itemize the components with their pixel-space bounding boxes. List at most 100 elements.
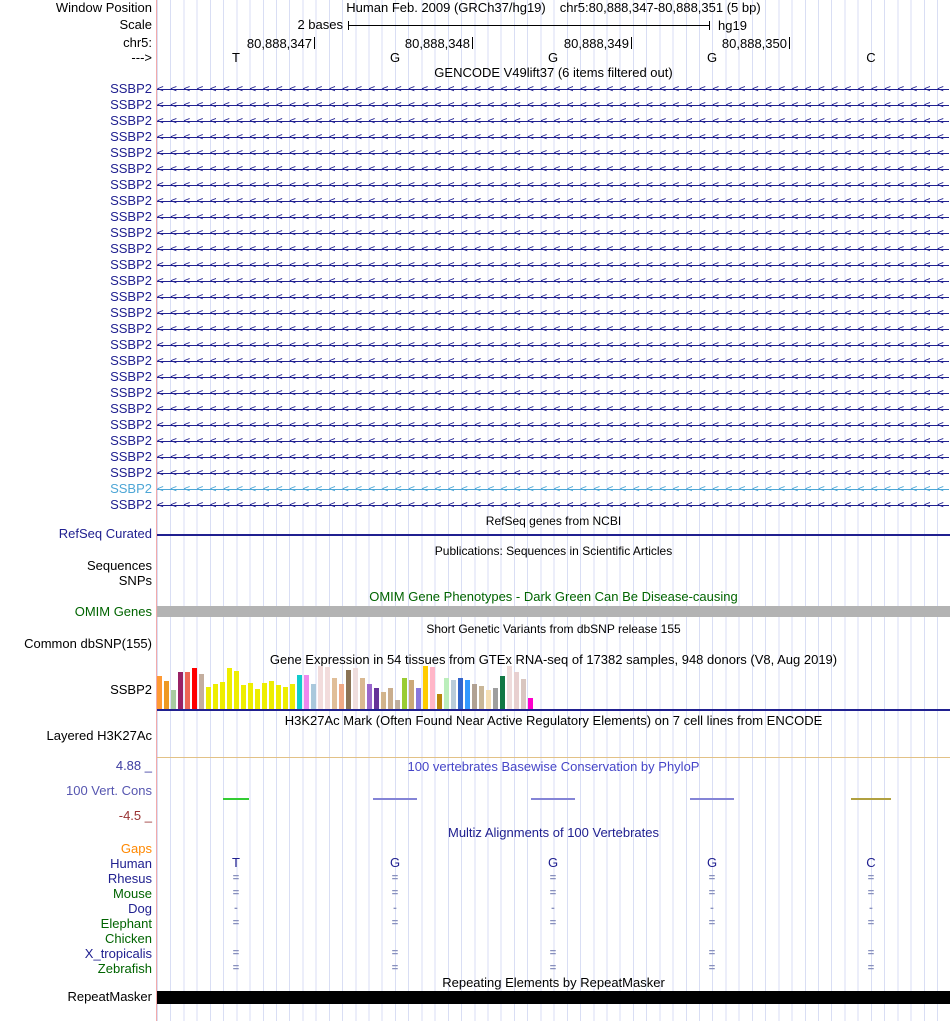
track-label-gtex-gene[interactable]: SSBP2	[0, 683, 152, 697]
gencode-gene-row[interactable]: SSBP2 <<<<<<<<<<<<<<<<<<<<<<<<<<<<<<<<<<<…	[0, 209, 950, 225]
gene-label: SSBP2	[110, 305, 152, 320]
gencode-gene-row[interactable]: SSBP2 <<<<<<<<<<<<<<<<<<<<<<<<<<<<<<<<<<<…	[0, 145, 950, 161]
gene-direction-arrows: <<<<<<<<<<<<<<<<<<<<<<<<<<<<<<<<<<<<<<<<…	[157, 466, 950, 479]
multiz-species-row[interactable]: Zebrafish = = = = =	[0, 961, 950, 976]
gene-label: SSBP2	[110, 481, 152, 496]
gencode-gene-row[interactable]: SSBP2 <<<<<<<<<<<<<<<<<<<<<<<<<<<<<<<<<<<…	[0, 257, 950, 273]
reference-base: T	[232, 50, 240, 65]
dbsnp-track-title: Short Genetic Variants from dbSNP releas…	[426, 622, 681, 636]
gencode-gene-row[interactable]: SSBP2 <<<<<<<<<<<<<<<<<<<<<<<<<<<<<<<<<<<…	[0, 225, 950, 241]
gencode-gene-row[interactable]: SSBP2 <<<<<<<<<<<<<<<<<<<<<<<<<<<<<<<<<<<…	[0, 129, 950, 145]
gene-direction-arrows: <<<<<<<<<<<<<<<<<<<<<<<<<<<<<<<<<<<<<<<<…	[157, 178, 950, 191]
gene-direction-arrows: <<<<<<<<<<<<<<<<<<<<<<<<<<<<<<<<<<<<<<<<…	[157, 226, 950, 239]
gencode-gene-row[interactable]: SSBP2 <<<<<<<<<<<<<<<<<<<<<<<<<<<<<<<<<<<…	[0, 369, 950, 385]
gencode-gene-row[interactable]: SSBP2 <<<<<<<<<<<<<<<<<<<<<<<<<<<<<<<<<<<…	[0, 497, 950, 513]
gene-direction-arrows: <<<<<<<<<<<<<<<<<<<<<<<<<<<<<<<<<<<<<<<<…	[157, 482, 950, 495]
window-position-label: Window Position	[55, 0, 152, 15]
conservation-track-title: 100 vertebrates Basewise Conservation by…	[407, 759, 700, 774]
gene-direction-arrows: <<<<<<<<<<<<<<<<<<<<<<<<<<<<<<<<<<<<<<<<…	[157, 258, 950, 271]
ruler-tick-mark	[472, 37, 473, 49]
species-label: Rhesus	[107, 871, 152, 886]
gtex-tissue-bar	[346, 670, 351, 709]
gtex-tissue-bar	[367, 684, 372, 709]
alignment-mark: =	[549, 887, 557, 899]
gencode-gene-row[interactable]: SSBP2 <<<<<<<<<<<<<<<<<<<<<<<<<<<<<<<<<<<…	[0, 161, 950, 177]
gencode-gene-row[interactable]: SSBP2 <<<<<<<<<<<<<<<<<<<<<<<<<<<<<<<<<<<…	[0, 289, 950, 305]
gene-direction-arrows: <<<<<<<<<<<<<<<<<<<<<<<<<<<<<<<<<<<<<<<<…	[157, 114, 950, 127]
gencode-gene-row[interactable]: SSBP2 <<<<<<<<<<<<<<<<<<<<<<<<<<<<<<<<<<<…	[0, 81, 950, 97]
gtex-tissue-bar	[262, 683, 267, 709]
gene-direction-arrows: <<<<<<<<<<<<<<<<<<<<<<<<<<<<<<<<<<<<<<<<…	[157, 130, 950, 143]
alignment-mark: =	[391, 887, 399, 899]
gencode-gene-row[interactable]: SSBP2 <<<<<<<<<<<<<<<<<<<<<<<<<<<<<<<<<<<…	[0, 353, 950, 369]
gencode-gene-row[interactable]: SSBP2 <<<<<<<<<<<<<<<<<<<<<<<<<<<<<<<<<<<…	[0, 385, 950, 401]
track-label-repeatmasker[interactable]: RepeatMasker	[0, 990, 152, 1004]
gtex-tissue-bar	[304, 675, 309, 709]
chrom-label: chr5:	[123, 35, 152, 50]
gencode-gene-row[interactable]: SSBP2 <<<<<<<<<<<<<<<<<<<<<<<<<<<<<<<<<<<…	[0, 433, 950, 449]
track-label-refseq-curated[interactable]: RefSeq Curated	[0, 527, 152, 541]
species-label: Chicken	[105, 931, 152, 946]
gtex-tissue-bar	[192, 668, 197, 709]
gene-label: SSBP2	[110, 209, 152, 224]
gencode-gene-row[interactable]: SSBP2 <<<<<<<<<<<<<<<<<<<<<<<<<<<<<<<<<<<…	[0, 401, 950, 417]
gtex-tissue-bar	[423, 666, 428, 709]
gene-direction-arrows: <<<<<<<<<<<<<<<<<<<<<<<<<<<<<<<<<<<<<<<<…	[157, 386, 950, 399]
gene-direction-arrows: <<<<<<<<<<<<<<<<<<<<<<<<<<<<<<<<<<<<<<<<…	[157, 418, 950, 431]
ruler-tick-mark	[789, 37, 790, 49]
gtex-tissue-bar	[395, 700, 400, 709]
gtex-tissue-bar	[381, 692, 386, 709]
multiz-species-row[interactable]: Human T G G G C	[0, 855, 950, 872]
gene-label: SSBP2	[110, 449, 152, 464]
gene-label: SSBP2	[110, 81, 152, 96]
alignment-mark: =	[391, 962, 399, 974]
track-label-layered-h3k27ac[interactable]: Layered H3K27Ac	[0, 729, 152, 743]
multiz-species-row[interactable]: X_tropicalis = = = = =	[0, 946, 950, 961]
ruler-number: 80,888,347	[246, 36, 312, 51]
aligned-base: G	[389, 855, 401, 870]
gencode-gene-row[interactable]: SSBP2 <<<<<<<<<<<<<<<<<<<<<<<<<<<<<<<<<<<…	[0, 337, 950, 353]
gene-label: SSBP2	[110, 497, 152, 512]
gencode-gene-row[interactable]: SSBP2 <<<<<<<<<<<<<<<<<<<<<<<<<<<<<<<<<<<…	[0, 97, 950, 113]
reference-base: G	[389, 50, 401, 65]
strand-label: --->	[131, 50, 152, 65]
multiz-species-row[interactable]: Dog - - - - -	[0, 901, 950, 916]
gene-label: SSBP2	[110, 337, 152, 352]
gencode-gene-row[interactable]: SSBP2 <<<<<<<<<<<<<<<<<<<<<<<<<<<<<<<<<<<…	[0, 273, 950, 289]
gencode-gene-row[interactable]: SSBP2 <<<<<<<<<<<<<<<<<<<<<<<<<<<<<<<<<<<…	[0, 241, 950, 257]
gencode-gene-row[interactable]: SSBP2 <<<<<<<<<<<<<<<<<<<<<<<<<<<<<<<<<<<…	[0, 113, 950, 129]
gencode-gene-row[interactable]: SSBP2 <<<<<<<<<<<<<<<<<<<<<<<<<<<<<<<<<<<…	[0, 417, 950, 433]
multiz-species-row[interactable]: Gaps	[0, 841, 950, 856]
multiz-species-row[interactable]: Mouse = = = = =	[0, 886, 950, 901]
gencode-gene-row[interactable]: SSBP2 <<<<<<<<<<<<<<<<<<<<<<<<<<<<<<<<<<<…	[0, 465, 950, 481]
omim-gene-bar[interactable]	[157, 606, 950, 617]
species-label: Gaps	[120, 841, 152, 856]
multiz-species-row[interactable]: Chicken	[0, 931, 950, 946]
refseq-curated-gene-bar[interactable]	[157, 534, 950, 536]
track-label-omim-genes[interactable]: OMIM Genes	[0, 605, 152, 619]
gtex-tissue-bar	[241, 685, 246, 709]
track-label-snps[interactable]: SNPs	[0, 574, 152, 588]
scale-genome: hg19	[718, 18, 747, 33]
alignment-mark: -	[710, 902, 714, 914]
gencode-gene-row[interactable]: SSBP2 <<<<<<<<<<<<<<<<<<<<<<<<<<<<<<<<<<<…	[0, 193, 950, 209]
repeatmasker-track-title: Repeating Elements by RepeatMasker	[442, 975, 665, 990]
track-label-sequences[interactable]: Sequences	[0, 559, 152, 573]
track-label-common-dbsnp[interactable]: Common dbSNP(155)	[0, 637, 152, 651]
track-label-100-vert-cons[interactable]: 100 Vert. Cons	[0, 784, 152, 798]
repeatmasker-element-bar[interactable]	[157, 991, 950, 1004]
gencode-gene-row[interactable]: SSBP2 <<<<<<<<<<<<<<<<<<<<<<<<<<<<<<<<<<<…	[0, 177, 950, 193]
position-text: chr5:80,888,347-80,888,351 (5 bp)	[559, 0, 761, 15]
gencode-gene-row[interactable]: SSBP2 <<<<<<<<<<<<<<<<<<<<<<<<<<<<<<<<<<<…	[0, 305, 950, 321]
multiz-species-row[interactable]: Rhesus = = = = =	[0, 871, 950, 886]
refseq-track-title: RefSeq genes from NCBI	[485, 514, 622, 528]
ruler-tick-mark	[631, 37, 632, 49]
gencode-gene-row[interactable]: SSBP2 <<<<<<<<<<<<<<<<<<<<<<<<<<<<<<<<<<<…	[0, 481, 950, 497]
gencode-gene-row[interactable]: SSBP2 <<<<<<<<<<<<<<<<<<<<<<<<<<<<<<<<<<<…	[0, 449, 950, 465]
gencode-gene-row[interactable]: SSBP2 <<<<<<<<<<<<<<<<<<<<<<<<<<<<<<<<<<<…	[0, 321, 950, 337]
multiz-species-row[interactable]: Elephant = = = = =	[0, 916, 950, 931]
gene-direction-arrows: <<<<<<<<<<<<<<<<<<<<<<<<<<<<<<<<<<<<<<<<…	[157, 306, 950, 319]
gene-direction-arrows: <<<<<<<<<<<<<<<<<<<<<<<<<<<<<<<<<<<<<<<<…	[157, 98, 950, 111]
alignment-mark: =	[549, 917, 557, 929]
assembly-text: Human Feb. 2009 (GRCh37/hg19)	[346, 0, 546, 15]
